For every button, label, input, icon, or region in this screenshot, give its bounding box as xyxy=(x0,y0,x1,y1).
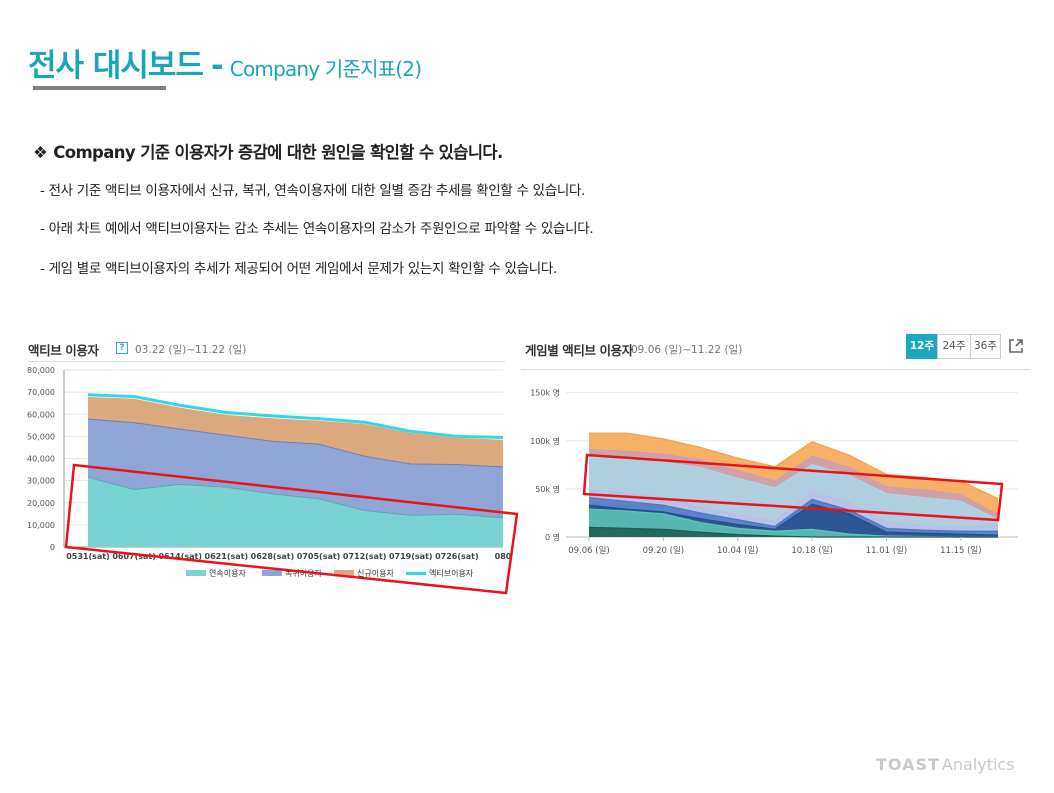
legend-swatch xyxy=(406,572,426,575)
y-tick-label: 50k 명 xyxy=(535,484,560,494)
y-tick-label: 0 xyxy=(50,543,55,552)
x-tick-label: 0621(sat) xyxy=(205,552,249,561)
y-tick-label: 0 명 xyxy=(545,532,560,542)
y-tick-label: 80,000 xyxy=(27,366,55,375)
x-tick-label: 11.01 (일) xyxy=(866,546,908,556)
y-tick-label: 10,000 xyxy=(27,521,55,530)
y-tick-label: 40,000 xyxy=(27,455,55,464)
y-tick-label: 30,000 xyxy=(27,477,55,486)
legend-label: 액티브이용자 xyxy=(429,568,474,578)
active-users-chart: 0 10,000 20,000 30,000 40,000 50,000 60,000 70,… xyxy=(27,366,512,578)
x-tick-label: 09.06 (일) xyxy=(568,546,610,556)
x-tick-label: 10.04 (일) xyxy=(717,546,759,556)
charts-layer: 0 10,000 20,000 30,000 40,000 50,000 60,000 70,… xyxy=(27,366,1018,595)
y-tick-label: 50,000 xyxy=(27,432,55,441)
x-tick-label: 09.20 (일) xyxy=(643,546,685,556)
y-tick-label: 70,000 xyxy=(27,388,55,397)
legend-swatch xyxy=(186,570,206,576)
x-tick-label: 0726(sat) xyxy=(435,552,479,561)
brand-toast: TOAST xyxy=(876,755,940,774)
brand-analytics: Analytics xyxy=(941,755,1015,774)
legend-label: 신규이용자 xyxy=(357,568,394,578)
legend-swatch xyxy=(262,570,282,576)
x-tick-label: 10.18 (일) xyxy=(791,546,833,556)
y-tick-label: 20,000 xyxy=(27,499,55,508)
x-tick-label: 0628(sat) xyxy=(251,552,295,561)
brand-logo: TOAST Analytics xyxy=(876,755,1015,774)
game-active-users-chart: 0 명 50k 명 100k 명 150k 명 09.06 (일) 09.20 (일) 10… xyxy=(530,388,1018,556)
y-tick-label: 60,000 xyxy=(27,410,55,419)
y-tick-label: 150k 명 xyxy=(530,388,560,398)
y-tick-label: 100k 명 xyxy=(530,436,560,446)
x-tick-label: 0719(sat) xyxy=(389,552,433,561)
x-tick-label: 0705(sat) xyxy=(297,552,341,561)
x-tick-label: 0712(sat) xyxy=(343,552,387,561)
legend-label: 연속이용자 xyxy=(209,568,246,578)
x-tick-label: 0531(sat) xyxy=(66,552,110,561)
x-tick-label: 11.15 (일) xyxy=(940,546,982,556)
x-tick-label: 080 xyxy=(495,552,512,561)
